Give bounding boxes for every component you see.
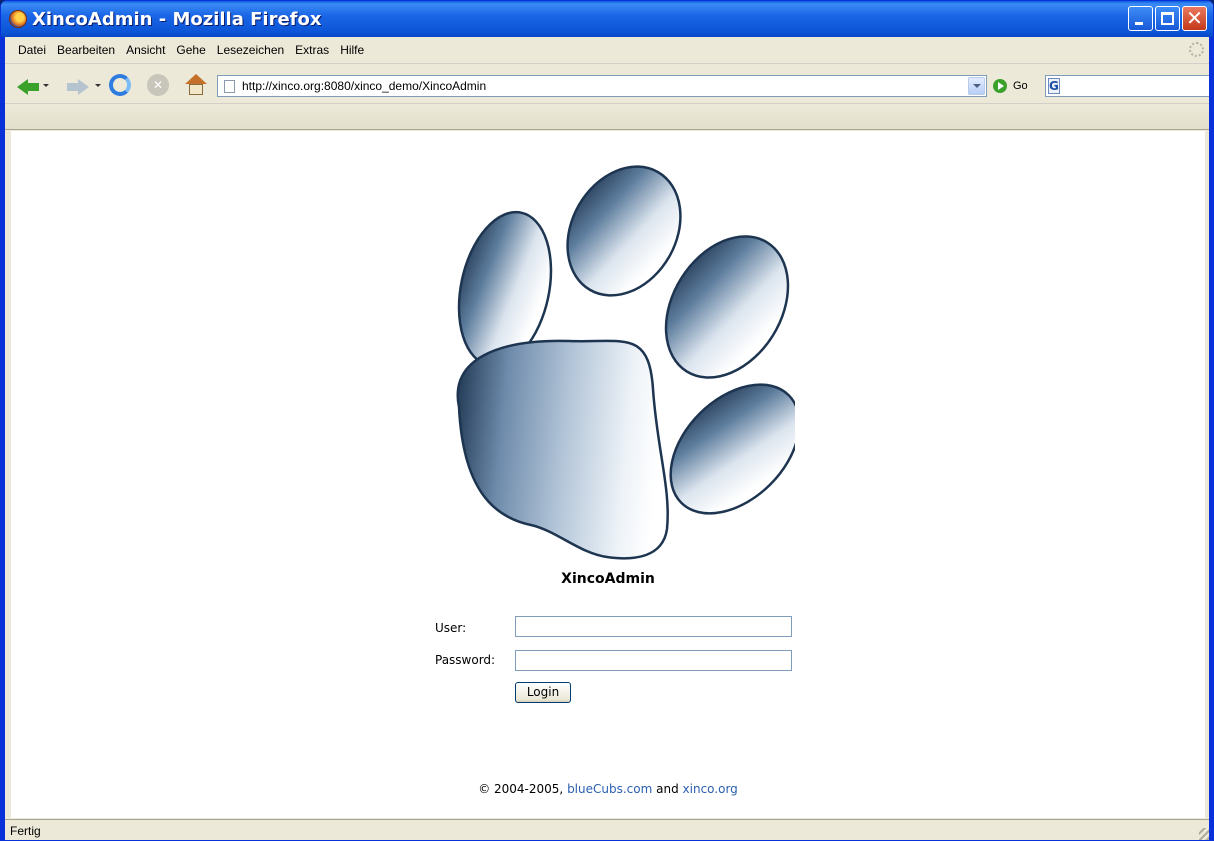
- home-icon-body: [189, 84, 203, 95]
- search-input[interactable]: [1063, 77, 1213, 95]
- menu-bearbeiten[interactable]: Bearbeiten: [52, 40, 120, 60]
- maximize-button[interactable]: [1155, 6, 1180, 31]
- footer: © 2004-2005, blueCubs.com and xinco.org: [11, 782, 1205, 796]
- bookmarks-toolbar: [1, 105, 1213, 130]
- menu-bar: Datei Bearbeiten Ansicht Gehe Lesezeiche…: [1, 37, 1213, 64]
- maximize-icon: [1161, 12, 1174, 25]
- minimize-button[interactable]: [1128, 6, 1153, 31]
- footer-and: and: [652, 782, 683, 796]
- go-button[interactable]: Go: [993, 77, 1028, 95]
- login-button[interactable]: Login: [515, 682, 571, 703]
- window-border-right: [1209, 37, 1213, 840]
- back-button[interactable]: [17, 74, 39, 96]
- menu-extras[interactable]: Extras: [290, 40, 334, 60]
- forward-button[interactable]: [67, 74, 89, 96]
- window-border-left: [1, 37, 5, 840]
- status-text: Fertig: [10, 824, 41, 838]
- back-arrow-shaft: [27, 83, 39, 91]
- firefox-icon: [9, 10, 27, 28]
- close-button[interactable]: ✕: [1182, 6, 1207, 31]
- user-input[interactable]: [515, 616, 792, 637]
- paw-print-icon: [456, 165, 795, 560]
- close-icon: ✕: [1186, 6, 1203, 30]
- password-label: Password:: [435, 653, 496, 667]
- page-content: XincoAdmin User: Password: Login © 2004-…: [11, 131, 1205, 818]
- go-icon: [993, 79, 1007, 93]
- status-bar: Fertig: [1, 819, 1213, 840]
- title-bar[interactable]: XincoAdmin - Mozilla Firefox ✕: [1, 1, 1213, 37]
- xinco-link[interactable]: xinco.org: [683, 782, 738, 796]
- go-label: Go: [1013, 80, 1028, 92]
- paw-main-pad: [456, 339, 669, 560]
- search-engine-icon[interactable]: G: [1048, 78, 1060, 94]
- back-history-dropdown[interactable]: [43, 84, 49, 87]
- app-title: XincoAdmin: [561, 571, 655, 587]
- forward-arrow-icon: [78, 79, 89, 95]
- bluecubs-link[interactable]: blueCubs.com: [567, 782, 652, 796]
- reload-button[interactable]: [109, 74, 131, 96]
- menu-hilfe[interactable]: Hilfe: [335, 40, 369, 60]
- home-button[interactable]: [185, 74, 207, 96]
- browser-window: XincoAdmin - Mozilla Firefox ✕ Datei Bea…: [0, 0, 1214, 841]
- password-input[interactable]: [515, 650, 792, 671]
- menu-gehe[interactable]: Gehe: [171, 40, 210, 60]
- menu-ansicht[interactable]: Ansicht: [121, 40, 170, 60]
- url-text[interactable]: http://xinco.org:8080/xinco_demo/XincoAd…: [242, 79, 968, 93]
- stop-button[interactable]: ✕: [147, 74, 169, 96]
- url-history-dropdown-button[interactable]: [968, 77, 985, 95]
- forward-history-dropdown[interactable]: [95, 84, 101, 87]
- address-bar[interactable]: http://xinco.org:8080/xinco_demo/XincoAd…: [217, 75, 987, 97]
- search-box[interactable]: G: [1045, 75, 1213, 97]
- menu-lesezeichen[interactable]: Lesezeichen: [212, 40, 289, 60]
- page-icon: [224, 79, 235, 93]
- throbber-icon: [1189, 42, 1204, 57]
- minimize-icon: [1135, 22, 1143, 25]
- window-title: XincoAdmin - Mozilla Firefox: [32, 8, 322, 30]
- home-icon: [185, 74, 207, 84]
- user-label: User:: [435, 621, 467, 635]
- window-controls: ✕: [1128, 6, 1207, 31]
- footer-copyright: © 2004-2005,: [478, 782, 568, 796]
- menu-datei[interactable]: Datei: [13, 40, 51, 60]
